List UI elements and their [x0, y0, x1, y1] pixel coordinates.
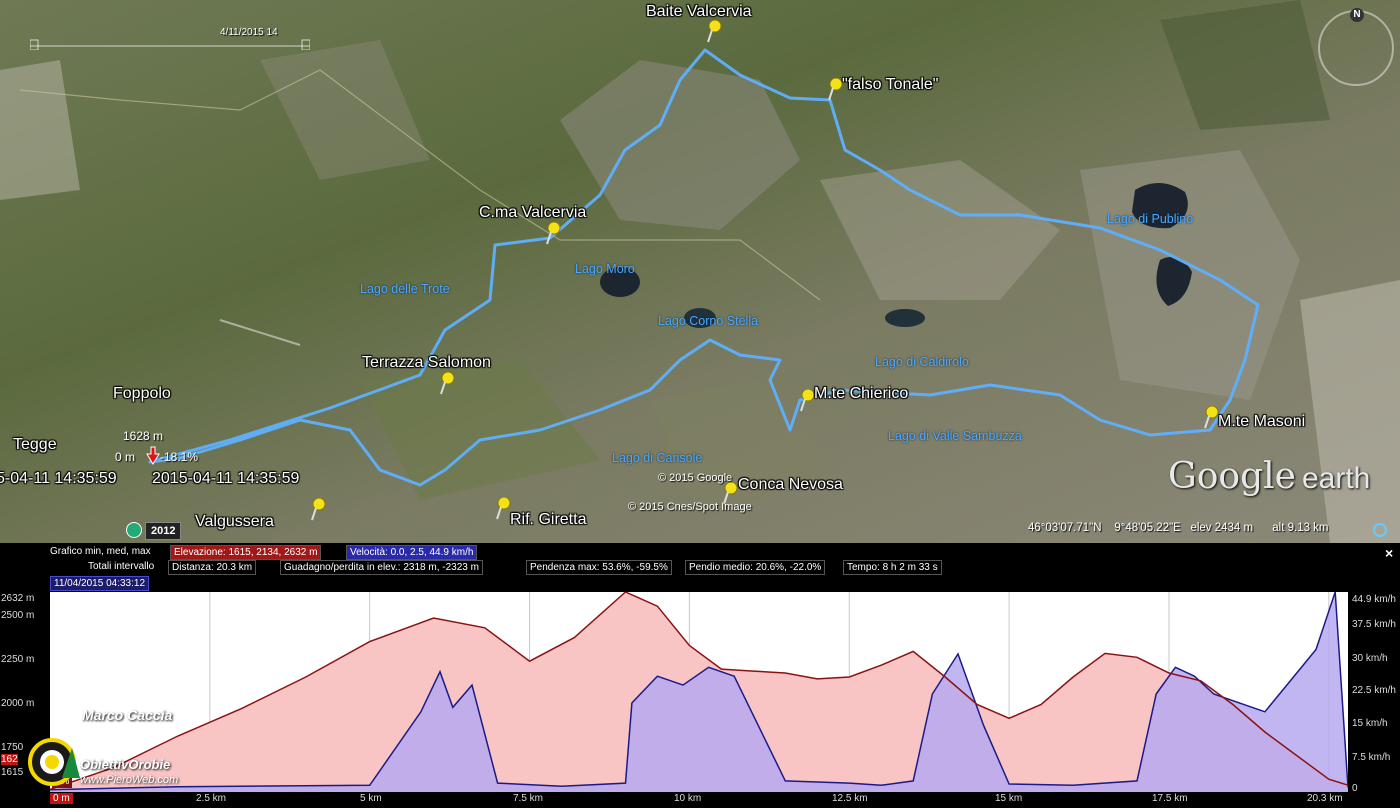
cursor-distance: 0 m: [115, 450, 136, 464]
speed-tick-label: 0: [1352, 783, 1358, 794]
elevation-stats-toggle[interactable]: Elevazione: 1615, 2134, 2632 m: [170, 545, 322, 560]
logo-url: www.PieroWeb.com: [80, 774, 179, 786]
placemark-pin-icon[interactable]: [545, 222, 561, 246]
place-label[interactable]: Conca Nevosa: [738, 476, 843, 494]
lake-label[interactable]: Lago di Carisole: [612, 451, 702, 465]
distance-tick-label: 10 km: [674, 793, 702, 804]
google-earth-logo-word-google: Google: [1168, 456, 1296, 497]
status-latitude: 46°03'07.71"N: [1028, 522, 1102, 534]
google-earth-logo: Google earth: [1168, 456, 1370, 497]
distance-tick-label: 5 km: [360, 793, 382, 804]
compass-north-icon[interactable]: N: [1350, 8, 1364, 22]
obiettivorobie-logo-icon: [28, 738, 80, 786]
place-label[interactable]: Terrazza Salomon: [362, 354, 491, 372]
profile-graph-label: Grafico min, med, max: [50, 546, 151, 557]
copyright-google: © 2015 Google: [658, 472, 733, 484]
distance-cursor-label: 0 m: [50, 793, 73, 804]
elevation-tick-label: 2000 m: [1, 698, 35, 709]
status-altitude: alt 9.13 km: [1272, 522, 1329, 534]
placemark-pin-icon[interactable]: [1203, 406, 1219, 430]
author-watermark: Marco Caccia: [82, 707, 173, 723]
cursor-time-left: 5-04-11 14:35:59: [0, 470, 117, 487]
elevation-tick-label: 2500 m: [1, 610, 35, 621]
time-slider-label: 4/11/2015 14: [220, 27, 278, 38]
placemark-pin-icon[interactable]: [827, 78, 843, 102]
navigation-compass[interactable]: N: [1318, 8, 1394, 86]
placemark-pin-icon[interactable]: [439, 372, 455, 396]
status-longitude: 9°48'05.22"E: [1114, 522, 1181, 534]
speed-stats-toggle[interactable]: Velocità: 0.0, 2.5, 44.9 km/h: [346, 545, 478, 560]
cursor-altitude: 1628 m: [123, 429, 164, 443]
profile-max-slope: Pendenza max: 53.6%, -59.5%: [526, 560, 672, 575]
imagery-year-badge[interactable]: 2012: [145, 522, 182, 540]
place-label[interactable]: Tegge: [13, 436, 57, 454]
profile-cursor-date: 11/04/2015 04:33:12: [50, 576, 150, 591]
streaming-progress-icon: [1373, 523, 1387, 537]
distance-tick-label: 15 km: [995, 793, 1023, 804]
speed-tick-label: 37.5 km/h: [1352, 619, 1396, 630]
profile-avg-slope: Pendio medio: 20.6%, -22.0%: [685, 560, 826, 575]
place-label[interactable]: M.te Chierico: [814, 385, 908, 403]
place-label[interactable]: Rif. Giretta: [510, 511, 586, 529]
position-marker-icon[interactable]: [145, 446, 161, 466]
lake-label[interactable]: Lago delle Trote: [360, 282, 450, 296]
profile-elevation-stats: Elevazione: 1615, 2134, 2632 m: [170, 545, 322, 560]
speed-tick-label: 30 km/h: [1352, 653, 1388, 664]
cursor-slope: -18.1%: [160, 450, 199, 464]
time-slider[interactable]: [30, 36, 310, 50]
profile-distance: Distanza: 20.3 km: [168, 560, 257, 575]
elevation-speed-chart[interactable]: [50, 592, 1348, 792]
distance-tick-label: 20.3 km: [1307, 793, 1343, 804]
status-bar: 46°03'07.71"N 9°48'05.22"E elev 2434 m a…: [1028, 522, 1329, 534]
lake-label[interactable]: Lago Corno Stella: [658, 314, 758, 328]
elevation-tick-label: 2632 m: [1, 593, 35, 604]
elevation-tick-label: 1750: [1, 742, 24, 753]
profile-speed-stats: Velocità: 0.0, 2.5, 44.9 km/h: [346, 545, 478, 560]
distance-tick-label: 2.5 km: [196, 793, 227, 804]
distance-tick-label: 12.5 km: [832, 793, 868, 804]
profile-time: Tempo: 8 h 2 m 33 s: [843, 560, 942, 575]
map-view[interactable]: 4/11/2015 14 N Baite Valcervia "falso To…: [0, 0, 1400, 543]
place-label[interactable]: Valgussera: [195, 513, 274, 531]
elevation-tick-label: 1615: [1, 767, 24, 778]
lake-label[interactable]: Lago Moro: [575, 262, 635, 276]
speed-tick-label: 15 km/h: [1352, 718, 1388, 729]
logo-text: ObiettivOrobie: [80, 757, 171, 772]
speed-tick-label: 44.9 km/h: [1352, 594, 1396, 605]
copyright-cnes: © 2015 Cnes/Spot Image: [628, 501, 752, 513]
profile-gain-loss: Guadagno/perdita in elev.: 2318 m, -2323…: [280, 560, 483, 575]
place-label[interactable]: Foppolo: [113, 385, 171, 403]
historical-imagery-clock-icon[interactable]: [126, 522, 142, 538]
google-earth-logo-word-earth: earth: [1301, 462, 1371, 495]
place-label[interactable]: "falso Tonale": [842, 76, 938, 94]
elevation-tick-label: 2250 m: [1, 654, 35, 665]
lake-label[interactable]: Lago di Valle Sambuzza: [888, 429, 1022, 443]
elevation-cursor-label: 162: [1, 754, 18, 765]
distance-tick-label: 7.5 km: [513, 793, 544, 804]
placemark-pin-icon[interactable]: [310, 498, 326, 522]
place-label[interactable]: C.ma Valcervia: [479, 204, 586, 222]
placemark-pin-icon[interactable]: [495, 497, 511, 521]
close-profile-button[interactable]: ×: [1385, 545, 1393, 561]
status-elevation: elev 2434 m: [1190, 522, 1254, 534]
placemark-pin-icon[interactable]: [706, 20, 722, 44]
speed-tick-label: 7.5 km/h: [1352, 752, 1391, 763]
placemark-pin-icon[interactable]: [799, 389, 815, 413]
cursor-time-right: 2015-04-11 14:35:59: [152, 470, 300, 487]
distance-tick-label: 17.5 km: [1152, 793, 1188, 804]
lake-label[interactable]: Lago di Caldirolo: [875, 355, 969, 369]
lake-label[interactable]: Lago di Publino: [1107, 212, 1193, 226]
speed-tick-label: 22.5 km/h: [1352, 685, 1396, 696]
profile-totals-label: Totali intervallo: [88, 561, 155, 572]
place-label[interactable]: M.te Masoni: [1218, 413, 1305, 431]
place-label[interactable]: Baite Valcervia: [646, 3, 752, 21]
